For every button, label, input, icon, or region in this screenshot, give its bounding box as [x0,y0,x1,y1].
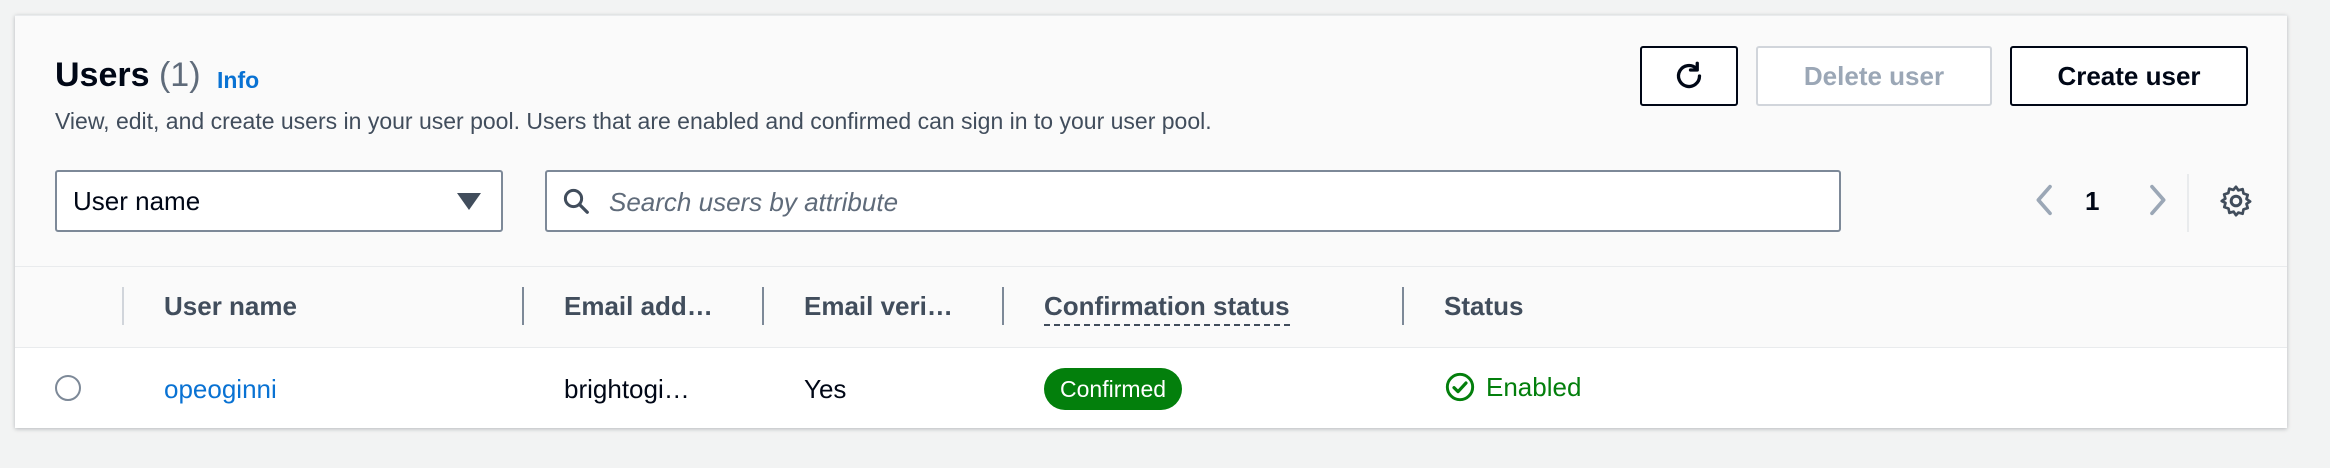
table-row[interactable]: opeoginni brightogi… Yes Confirmed Enabl… [15,348,2287,428]
column-header-status[interactable]: Status [1444,291,1523,322]
users-panel: Users (1) Info View, edit, and create us… [15,15,2287,428]
page-title: Users (1) [55,56,201,95]
search-icon [563,188,589,214]
pager-divider [2187,174,2189,232]
gear-icon[interactable] [2218,183,2254,219]
status-cell: Enabled [1444,371,1581,403]
row-select-radio[interactable] [55,375,81,401]
column-header-user-name[interactable]: User name [164,291,297,322]
title-text: Users [55,56,150,94]
delete-user-button[interactable]: Delete user [1756,46,1992,106]
email-verified-cell: Yes [804,374,847,404]
column-header-confirmation-status[interactable]: Confirmation status [1044,291,1290,326]
attribute-select[interactable]: User name [55,170,503,232]
column-header-email-verified[interactable]: Email veri… [804,291,953,322]
create-user-button[interactable]: Create user [2010,46,2248,106]
page-number[interactable]: 1 [2085,186,2099,217]
column-resizer[interactable] [522,287,524,325]
column-resizer[interactable] [762,287,764,325]
email-cell: brightogi… [564,374,690,404]
column-header-email[interactable]: Email add… [564,291,713,322]
attribute-select-value: User name [73,185,201,216]
user-count: (1) [158,56,201,94]
user-name-link[interactable]: opeoginni [164,374,277,405]
search-placeholder: Search users by attribute [609,187,899,217]
column-divider [122,287,124,325]
chevron-left-icon[interactable] [2025,180,2065,220]
chevron-right-icon[interactable] [2137,180,2177,220]
confirmation-status-badge: Confirmed [1044,368,1183,410]
page-description: View, edit, and create users in your use… [55,108,1212,134]
refresh-icon [1676,61,1702,89]
check-circle-icon [1445,372,1475,402]
column-resizer[interactable] [1002,287,1004,325]
search-input[interactable]: Search users by attribute [545,170,1841,232]
column-resizer[interactable] [1402,287,1404,325]
status-label: Enabled [1486,371,1582,402]
caret-down-icon [457,193,481,210]
table-header: User name Email add… Email veri… Confirm… [15,267,2287,348]
panel-header: Users (1) Info View, edit, and create us… [15,16,2287,267]
info-link[interactable]: Info [217,67,259,94]
refresh-button[interactable] [1640,46,1738,106]
